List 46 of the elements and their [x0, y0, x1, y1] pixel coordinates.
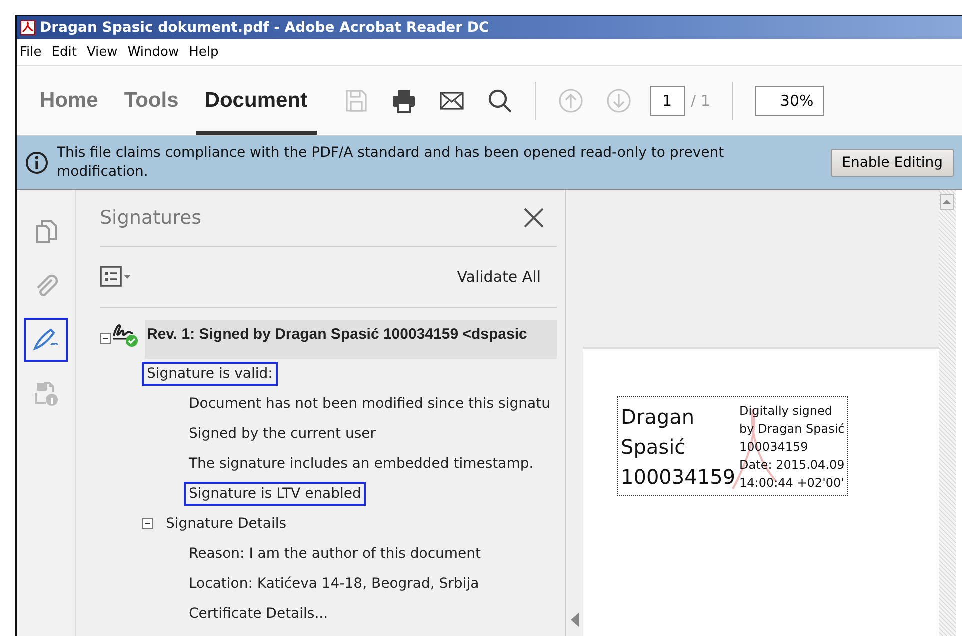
- collapse-arrow-icon[interactable]: [570, 613, 580, 627]
- nav-tab[interactable]: Tools: [115, 66, 188, 135]
- tree-item[interactable]: Signed by the current user: [184, 422, 382, 446]
- window-title: Dragan Spasic dokument.pdf - Adobe Acrobat Reader DC: [40, 20, 490, 36]
- panel-title: Signatures: [100, 207, 202, 229]
- menu-item[interactable]: File: [20, 44, 42, 60]
- tree-item[interactable]: Reason: I am the author of this document: [184, 542, 486, 566]
- tree-item[interactable]: Document has not been modified since this signatu: [184, 392, 556, 416]
- signer-name: 100034159: [621, 464, 736, 491]
- scrollbar[interactable]: [939, 190, 956, 636]
- signature-detail: 14:00:44 +02'00': [740, 475, 845, 492]
- signature-detail: Date: 2015.04.09: [740, 457, 845, 474]
- tree-item[interactable]: Certificate Details...: [184, 602, 334, 626]
- signature-row[interactable]: Rev. 1: Signed by Dragan Spasić 100034159 <dspasic: [100, 320, 557, 362]
- nav-tab[interactable]: Home: [31, 66, 108, 135]
- pdf-icon: [20, 20, 36, 36]
- menu-item[interactable]: Window: [128, 44, 180, 60]
- menu-item[interactable]: Help: [189, 44, 219, 60]
- print-icon[interactable]: [390, 88, 416, 114]
- collapse-icon[interactable]: [142, 518, 153, 529]
- info-message: This file claims compliance with the PDF/A standard and has been opened read-only to prevent modification.: [57, 144, 726, 182]
- info-icon: [25, 150, 49, 174]
- validate-all-link[interactable]: Validate All: [457, 268, 541, 286]
- tree-item[interactable]: Location: Katićeva 14-18, Beograd, Srbija: [184, 572, 484, 596]
- signature-detail: Digitally signed: [740, 403, 834, 420]
- menu-item[interactable]: Edit: [52, 44, 77, 60]
- collapse-icon[interactable]: [100, 333, 111, 344]
- signer-name: Dragan: [621, 404, 696, 431]
- tree-item[interactable]: Signature is valid:: [142, 362, 278, 386]
- signature-detail: by Dragan Spasić: [740, 421, 845, 438]
- zoom-field[interactable]: 30%: [755, 86, 824, 116]
- scroll-up-icon[interactable]: [940, 194, 954, 210]
- close-icon[interactable]: [523, 207, 545, 229]
- signer-name: Spasić: [621, 434, 687, 461]
- page-count: / 1: [691, 92, 710, 110]
- signature-detail: 100034159: [740, 439, 810, 456]
- list-options-icon[interactable]: [100, 265, 134, 289]
- tree-item[interactable]: The signature includes an embedded timestamp.: [184, 452, 539, 476]
- enable-editing-button[interactable]: Enable Editing: [831, 148, 954, 176]
- search-icon[interactable]: [486, 88, 512, 114]
- page-number-field[interactable]: 1: [650, 86, 686, 116]
- menu-item[interactable]: View: [86, 44, 118, 60]
- tree-item[interactable]: Signature Details: [161, 512, 292, 536]
- signature-pen-icon[interactable]: [24, 318, 68, 362]
- signature-title: Rev. 1: Signed by Dragan Spasić 100034159 <dspasic: [145, 320, 557, 359]
- tree-item[interactable]: Signature is LTV enabled: [184, 482, 366, 506]
